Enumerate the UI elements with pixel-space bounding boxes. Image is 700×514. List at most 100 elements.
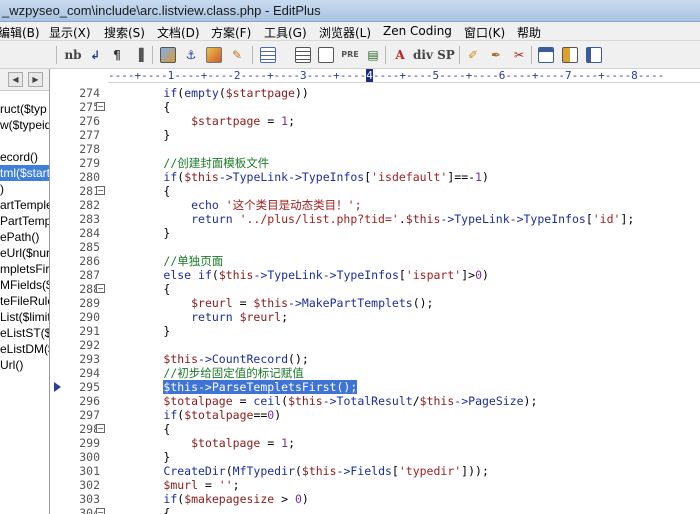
function-list-item[interactable]: tml($start [0, 165, 49, 181]
fold-toggle-icon[interactable]: − [96, 102, 105, 111]
function-list-item[interactable]: artTemple [0, 197, 49, 213]
function-list-item[interactable]: ecord() [0, 149, 49, 165]
menu-view[interactable]: 显示(X) [49, 24, 91, 41]
window-icon[interactable] [536, 45, 556, 65]
function-list-item[interactable] [0, 133, 49, 149]
function-list-item[interactable]: w($typeid [0, 117, 49, 133]
code-line: { [108, 184, 170, 198]
color-icon[interactable] [204, 45, 224, 65]
cliptext-icon[interactable] [560, 45, 580, 65]
function-list-item[interactable]: Url() [0, 357, 49, 373]
function-list-item[interactable]: teFileRule [0, 293, 49, 309]
line-number-gutter: 274 275−276 277 278 279 280 281−282 283 284 285 28… [50, 83, 108, 514]
title-bar: _wzpyseo_com\include\arc.listview.class.… [0, 0, 700, 22]
edit-icon[interactable]: ✎ [227, 45, 247, 65]
table-icon[interactable] [258, 45, 278, 65]
code-token: TypeLink [232, 170, 289, 184]
panel-scroll-buttons: ◀ ▶ [0, 69, 49, 91]
scroll-left-icon[interactable]: ◀ [8, 72, 23, 87]
function-list-item[interactable]: eListST($l [0, 325, 49, 341]
code-token: } [108, 128, 171, 142]
menu-bar: 编辑(B) 显示(X) 搜索(S) 文档(D) 方案(F) 工具(G) 浏览器(… [0, 22, 700, 41]
fold-toggle-icon[interactable]: − [96, 186, 105, 195]
code-token: ]> [461, 268, 476, 282]
code-token: = [260, 114, 282, 128]
line-number: 274 [79, 86, 100, 100]
code-line: { [108, 422, 170, 436]
code-editor[interactable]: if(empty($startpage)) { $startpage = 1; … [108, 83, 700, 514]
tools-icon[interactable]: ✂ [509, 45, 529, 65]
menu-browser[interactable]: 浏览器(L) [319, 24, 371, 41]
line-number: 284 [79, 226, 100, 240]
sp-button[interactable]: SP [436, 45, 456, 65]
form-icon[interactable] [316, 45, 336, 65]
line-number: 291 [79, 324, 100, 338]
sidebar-icon[interactable] [584, 45, 604, 65]
function-list-item[interactable]: ) [0, 181, 49, 197]
list-icon[interactable] [293, 45, 313, 65]
code-token: > [274, 492, 295, 506]
menu-search[interactable]: 搜索(S) [104, 24, 145, 41]
function-list-item[interactable]: eUrl($nurl [0, 245, 49, 261]
code-token: ])); [461, 464, 489, 478]
code-token: TypeInfos [336, 268, 399, 282]
function-list-panel: ◀ ▶ ruct($typ w($typeid ecord() tml($start)… [0, 69, 50, 514]
code-token: $startpage [191, 114, 261, 128]
fold-toggle-icon[interactable]: − [96, 284, 105, 293]
fold-toggle-icon[interactable]: − [96, 424, 105, 433]
code-token: $murl [163, 478, 199, 492]
line-number: 303 [79, 492, 100, 506]
pen-icon[interactable]: ✐ [463, 45, 483, 65]
function-list-item[interactable]: List($limit [0, 309, 49, 325]
code-token: $makepagesize [184, 492, 275, 506]
menu-edit[interactable]: 编辑(B) [0, 24, 40, 41]
code-token: 'typedir' [398, 464, 462, 478]
pilcrow-icon[interactable]: ¶ [108, 45, 126, 65]
code-token: $startpage [225, 86, 295, 100]
menu-project[interactable]: 方案(F) [211, 24, 251, 41]
fold-toggle-icon[interactable]: − [96, 508, 105, 514]
function-list-item[interactable]: mpletsFir [0, 261, 49, 277]
anchor-icon[interactable]: ⚓ [181, 45, 201, 65]
code-line: if($totalpage==0) [108, 408, 281, 422]
wrap-icon[interactable]: ↲ [86, 45, 104, 65]
code-token: -> [322, 394, 337, 408]
function-list-item[interactable]: ruct($typ [0, 101, 49, 117]
code-token: Fields [350, 464, 392, 478]
code-line: //单独页面 [108, 254, 223, 268]
line-number: 282 [79, 198, 100, 212]
code-token: ]; [620, 212, 635, 226]
line-number: 283 [79, 212, 100, 226]
menu-help[interactable]: 帮助 [517, 24, 541, 41]
scroll-right-icon[interactable]: ▶ [28, 72, 43, 87]
code-token: ( [218, 86, 226, 100]
menu-window[interactable]: 窗口(K) [464, 24, 505, 41]
function-list-item[interactable]: eListDM($ [0, 341, 49, 357]
menu-zen-coding[interactable]: Zen Coding [383, 24, 452, 38]
function-list-item[interactable]: MFields($ [0, 277, 49, 293]
comment-icon[interactable]: ▤ [363, 45, 383, 65]
code-token: (); [412, 296, 434, 310]
menu-document[interactable]: 文档(D) [157, 24, 200, 41]
div-button[interactable]: div [412, 45, 434, 65]
pre-button[interactable]: PRE [339, 45, 361, 65]
nb-button[interactable]: nb [62, 45, 84, 65]
function-list-item[interactable]: ePath() [0, 229, 49, 245]
code-line: $murl = ''; [108, 478, 240, 492]
text-a-icon[interactable]: A [390, 45, 410, 65]
function-list-item[interactable]: PartTemp [0, 213, 49, 229]
code-token: -> [288, 170, 302, 184]
code-token: if [198, 268, 212, 282]
brush-icon[interactable]: ✒ [486, 45, 506, 65]
marker-icon[interactable]: ▐ [130, 45, 148, 65]
menu-tools[interactable]: 工具(G) [264, 24, 307, 41]
image-icon[interactable] [158, 45, 178, 65]
code-token: $reurl [239, 310, 282, 324]
code-token: ; [232, 478, 240, 492]
code-token: -> [218, 170, 233, 184]
window-title: _wzpyseo_com\include\arc.listview.class.… [2, 3, 321, 18]
code-token: $totalpage [191, 436, 261, 450]
code-token: 'isdefault' [371, 170, 448, 184]
